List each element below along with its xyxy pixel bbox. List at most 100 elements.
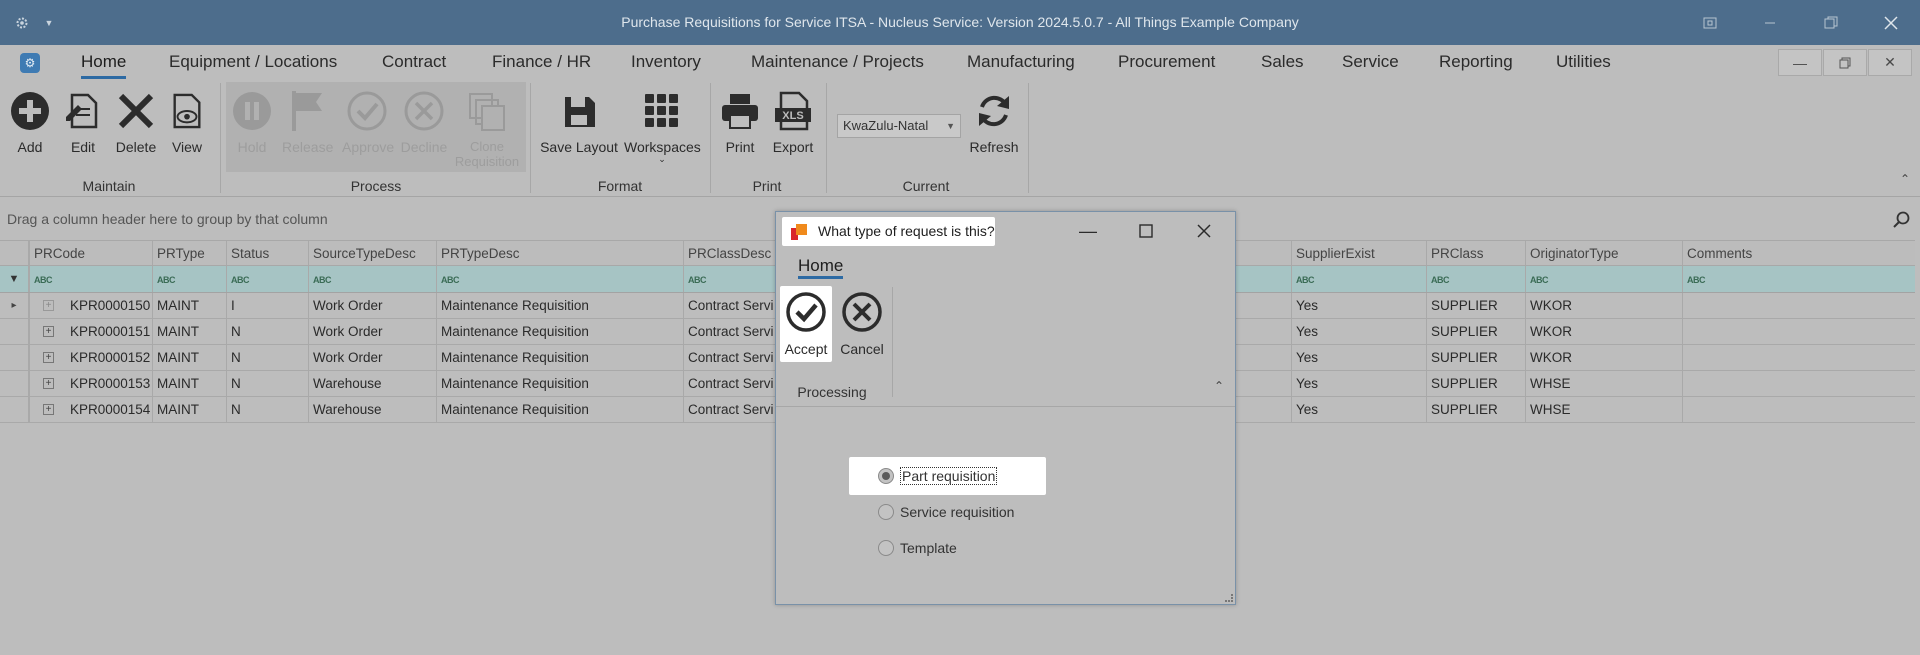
column-header-prtype[interactable]: PRType	[152, 241, 226, 265]
cell-sourcetypedesc[interactable]: Work Order	[308, 293, 436, 318]
resize-grip-icon[interactable]	[1225, 594, 1233, 602]
column-header-originatortype[interactable]: OriginatorType	[1525, 241, 1682, 265]
decline-button[interactable]: Decline	[399, 85, 449, 155]
restore-icon[interactable]	[1700, 0, 1720, 45]
cell-comments[interactable]	[1682, 293, 1915, 318]
cell-sourcetypedesc[interactable]: Work Order	[308, 345, 436, 370]
cell-prtype[interactable]: MAINT	[152, 293, 226, 318]
cell-prclassdesc[interactable]: Contract Servi	[683, 293, 775, 318]
export-button[interactable]: XLS Export	[771, 85, 815, 155]
row-indicator[interactable]	[0, 345, 29, 370]
cell-prclass[interactable]: SUPPLIER	[1426, 397, 1525, 422]
cell-prtypedesc[interactable]: Maintenance Requisition	[436, 293, 683, 318]
cell-prclassdesc[interactable]: Contract Servi	[683, 345, 775, 370]
tab-service[interactable]: Service	[1342, 45, 1399, 79]
dialog-tab-home[interactable]: Home	[798, 256, 844, 279]
cell-sourcetypedesc[interactable]: Warehouse	[308, 397, 436, 422]
cancel-button[interactable]: Cancel	[836, 286, 888, 362]
workspaces-button[interactable]: Workspaces ⌄	[624, 85, 701, 164]
tab-reporting[interactable]: Reporting	[1439, 45, 1513, 79]
cell-comments[interactable]	[1682, 397, 1915, 422]
column-header-prtypedesc[interactable]: PRTypeDesc	[436, 241, 683, 265]
radio-button[interactable]	[878, 540, 894, 556]
column-header-prcode[interactable]: PRCode	[29, 241, 152, 265]
cell-sourcetypedesc[interactable]: Warehouse	[308, 371, 436, 396]
filter-prtype[interactable]: ABC	[152, 266, 226, 292]
cell-supplierexist[interactable]: Yes	[1291, 397, 1426, 422]
cell-originatortype[interactable]: WHSE	[1525, 397, 1682, 422]
tab-procurement[interactable]: Procurement	[1118, 45, 1215, 79]
approve-button[interactable]: Approve	[342, 85, 394, 155]
view-button[interactable]: View	[169, 85, 205, 155]
expand-row-icon[interactable]: +	[43, 378, 54, 389]
expand-row-icon[interactable]: +	[43, 326, 54, 337]
cell-prcode[interactable]: + KPR0000152	[29, 345, 152, 370]
maximize-icon[interactable]	[1820, 0, 1842, 45]
row-indicator[interactable]	[0, 371, 29, 396]
mdi-minimize-button[interactable]: —	[1778, 49, 1822, 76]
radio-service-requisition[interactable]: Service requisition	[878, 502, 1014, 522]
cell-supplierexist[interactable]: Yes	[1291, 293, 1426, 318]
cell-comments[interactable]	[1682, 345, 1915, 370]
clone-requisition-button[interactable]: Clone Requisition	[454, 85, 520, 169]
cell-prclassdesc[interactable]: Contract Servi	[683, 319, 775, 344]
tab-contract[interactable]: Contract	[382, 45, 446, 79]
expand-row-icon[interactable]: +	[43, 300, 54, 311]
minimize-icon[interactable]	[1760, 0, 1780, 45]
cell-prtypedesc[interactable]: Maintenance Requisition	[436, 397, 683, 422]
save-layout-button[interactable]: Save Layout	[539, 85, 619, 155]
expand-row-icon[interactable]: +	[43, 352, 54, 363]
delete-button[interactable]: Delete	[114, 85, 158, 155]
tab-sales[interactable]: Sales	[1261, 45, 1304, 79]
tab-home[interactable]: Home	[81, 45, 127, 79]
hold-button[interactable]: Hold	[232, 85, 272, 155]
maximize-icon[interactable]	[1139, 222, 1153, 243]
cell-status[interactable]: I	[226, 293, 308, 318]
cell-sourcetypedesc[interactable]: Work Order	[308, 319, 436, 344]
region-dropdown[interactable]: KwaZulu-Natal ▼	[837, 114, 961, 138]
column-header-prclass[interactable]: PRClass	[1426, 241, 1525, 265]
filter-prclass[interactable]: ABC	[1426, 266, 1525, 292]
minimize-icon[interactable]: —	[1079, 221, 1097, 242]
cell-prcode[interactable]: + KPR0000154	[29, 397, 152, 422]
release-button[interactable]: Release	[282, 85, 333, 155]
accept-button[interactable]: Accept	[780, 286, 832, 362]
cell-supplierexist[interactable]: Yes	[1291, 319, 1426, 344]
tab-utilities[interactable]: Utilities	[1556, 45, 1611, 79]
refresh-button[interactable]: Refresh	[967, 85, 1021, 155]
tab-equipment-locations[interactable]: Equipment / Locations	[169, 45, 337, 79]
column-header-prclassdesc[interactable]: PRClassDesc	[683, 241, 775, 265]
filter-sourcetypedesc[interactable]: ABC	[308, 266, 436, 292]
cell-status[interactable]: N	[226, 397, 308, 422]
app-logo-icon[interactable]: ⚙	[20, 53, 40, 73]
search-icon[interactable]	[1893, 203, 1911, 236]
row-indicator[interactable]	[0, 319, 29, 344]
cell-originatortype[interactable]: WKOR	[1525, 293, 1682, 318]
tab-inventory[interactable]: Inventory	[631, 45, 701, 79]
cell-supplierexist[interactable]: Yes	[1291, 345, 1426, 370]
cell-prclass[interactable]: SUPPLIER	[1426, 319, 1525, 344]
close-icon[interactable]	[1880, 0, 1902, 45]
print-button[interactable]: Print	[720, 85, 760, 155]
cell-prclass[interactable]: SUPPLIER	[1426, 371, 1525, 396]
filter-prclassdesc[interactable]: ABC	[683, 266, 775, 292]
radio-button[interactable]	[878, 504, 894, 520]
cell-prclassdesc[interactable]: Contract Servi	[683, 371, 775, 396]
radio-button[interactable]	[878, 468, 894, 484]
cell-prcode[interactable]: + KPR0000150	[29, 293, 152, 318]
mdi-restore-button[interactable]	[1823, 49, 1867, 76]
cell-prclass[interactable]: SUPPLIER	[1426, 345, 1525, 370]
cell-originatortype[interactable]: WHSE	[1525, 371, 1682, 396]
filter-originatortype[interactable]: ABC	[1525, 266, 1682, 292]
cell-prclassdesc[interactable]: Contract Servi	[683, 397, 775, 422]
filter-prcode[interactable]: ABC	[29, 266, 152, 292]
filter-supplierexist[interactable]: ABC	[1291, 266, 1426, 292]
tab-finance-hr[interactable]: Finance / HR	[492, 45, 591, 79]
row-indicator[interactable]	[0, 397, 29, 422]
collapse-ribbon-icon[interactable]: ⌃	[1214, 379, 1224, 393]
radio-part-requisition[interactable]: Part requisition	[878, 466, 998, 486]
cell-status[interactable]: N	[226, 345, 308, 370]
mdi-close-button[interactable]: ✕	[1868, 49, 1912, 76]
cell-status[interactable]: N	[226, 319, 308, 344]
cell-prclass[interactable]: SUPPLIER	[1426, 293, 1525, 318]
